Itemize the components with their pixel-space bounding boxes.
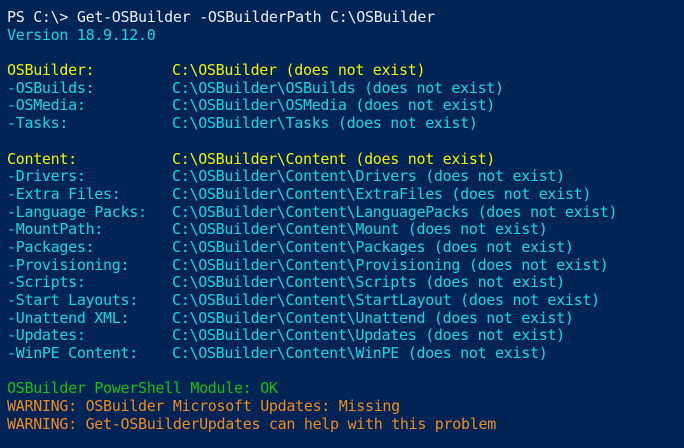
warning-updates-line: WARNING: OSBuilder Microsoft Updates: Mi…: [7, 398, 400, 416]
row-label: -OSBuilds:: [7, 79, 95, 97]
row-value: C:\OSBuilder\Content\Mount (does not exi…: [172, 221, 548, 239]
command-text: Get-OSBuilder -OSBuilderPath C:\OSBuilde…: [76, 9, 435, 26]
row-value: C:\OSBuilder (does not exist): [172, 62, 426, 80]
row-value: C:\OSBuilder\Content\Updates (does not e…: [172, 327, 565, 345]
prompt-text: PS C:\>: [7, 9, 77, 26]
row-value: C:\OSBuilder\Content\Scripts (does not e…: [172, 274, 565, 292]
row-value: C:\OSBuilder\Content\StartLayout (does n…: [172, 292, 600, 309]
row-value: C:\OSBuilder\Content (does not exist): [172, 150, 496, 168]
output-row-osbuilds: -OSBuilds: C:\OSBuilder\OSBuilds (does no…: [7, 80, 684, 98]
output-row-updates: -Updates: C:\OSBuilder\Content\Updates (d…: [7, 327, 684, 345]
row-value: C:\OSBuilder\Content\LanguagePacks (does…: [172, 203, 618, 221]
row-label: OSBuilder:: [7, 62, 95, 80]
warning-help-line: WARNING: Get-OSBuilderUpdates can help w…: [7, 415, 496, 433]
osbuilder-heading-row: OSBuilder: C:\OSBuilder (does not exist): [7, 62, 684, 80]
row-label: -Drivers:: [7, 168, 86, 186]
row-label: -WinPE Content:: [7, 345, 138, 363]
row-value: C:\OSBuilder\Content\Unattend (does not …: [172, 309, 574, 327]
row-label: -Language Packs:: [7, 203, 147, 221]
module-ok-line: OSBuilder PowerShell Module: OK: [7, 380, 278, 398]
output-row-tasks: -Tasks: C:\OSBuilder\Tasks (does not exis…: [7, 115, 684, 133]
row-label: -OSMedia:: [7, 97, 86, 115]
powershell-console[interactable]: PS C:\> Get-OSBuilder -OSBuilderPath C:\…: [0, 0, 684, 448]
row-value: C:\OSBuilder\Content\Drivers (does not e…: [172, 168, 565, 186]
content-heading-row: Content: C:\OSBuilder\Content (does not e…: [7, 151, 684, 169]
row-value: C:\OSBuilder\Content\ExtraFiles (does no…: [172, 185, 592, 203]
row-value: C:\OSBuilder\Content\Packages (does not …: [172, 238, 574, 256]
row-value: C:\OSBuilder\Content\WinPE (does not exi…: [172, 345, 548, 363]
row-label: -Updates:: [7, 327, 86, 345]
row-label: -Tasks:: [7, 115, 69, 133]
row-value: C:\OSBuilder\OSBuilds (does not exist): [172, 79, 504, 97]
output-row-start-layouts: -Start Layouts: C:\OSBuilder\Content\Star…: [7, 292, 684, 310]
output-row-mountpath: -MountPath: C:\OSBuilder\Content\Mount (d…: [7, 221, 684, 239]
output-row-unattend-xml: -Unattend XML: C:\OSBuilder\Content\Unatt…: [7, 310, 684, 328]
output-row-drivers: -Drivers: C:\OSBuilder\Content\Drivers (d…: [7, 168, 684, 186]
row-label: -Extra Files:: [7, 185, 121, 203]
output-row-provisioning: -Provisioning: C:\OSBuilder\Content\Provi…: [7, 257, 684, 275]
output-row-osmedia: -OSMedia: C:\OSBuilder\OSMedia (does not …: [7, 97, 684, 115]
row-value: C:\OSBuilder\Tasks (does not exist): [172, 115, 478, 133]
row-label: -Unattend XML:: [7, 309, 130, 327]
row-label: -Start Layouts:: [7, 292, 138, 309]
output-row-packages: -Packages: C:\OSBuilder\Content\Packages …: [7, 239, 684, 257]
row-label: -Provisioning:: [7, 256, 130, 274]
output-row-extra-files: -Extra Files: C:\OSBuilder\Content\ExtraF…: [7, 186, 684, 204]
version-line: Version 18.9.12.0: [7, 26, 156, 44]
output-row-winpe-content: -WinPE Content: C:\OSBuilder\Content\WinP…: [7, 345, 684, 363]
row-label: Content:: [7, 150, 77, 168]
command-prompt-line: PS C:\> Get-OSBuilder -OSBuilderPath C:\…: [7, 9, 684, 27]
row-value: C:\OSBuilder\Content\Provisioning (does …: [172, 256, 609, 274]
output-row-scripts: -Scripts: C:\OSBuilder\Content\Scripts (d…: [7, 274, 684, 292]
row-label: -Packages:: [7, 238, 95, 256]
row-label: -MountPath:: [7, 221, 104, 239]
row-label: -Scripts:: [7, 274, 86, 292]
output-row-language-packs: -Language Packs: C:\OSBuilder\Content\Lan…: [7, 204, 684, 222]
row-value: C:\OSBuilder\OSMedia (does not exist): [172, 97, 496, 115]
